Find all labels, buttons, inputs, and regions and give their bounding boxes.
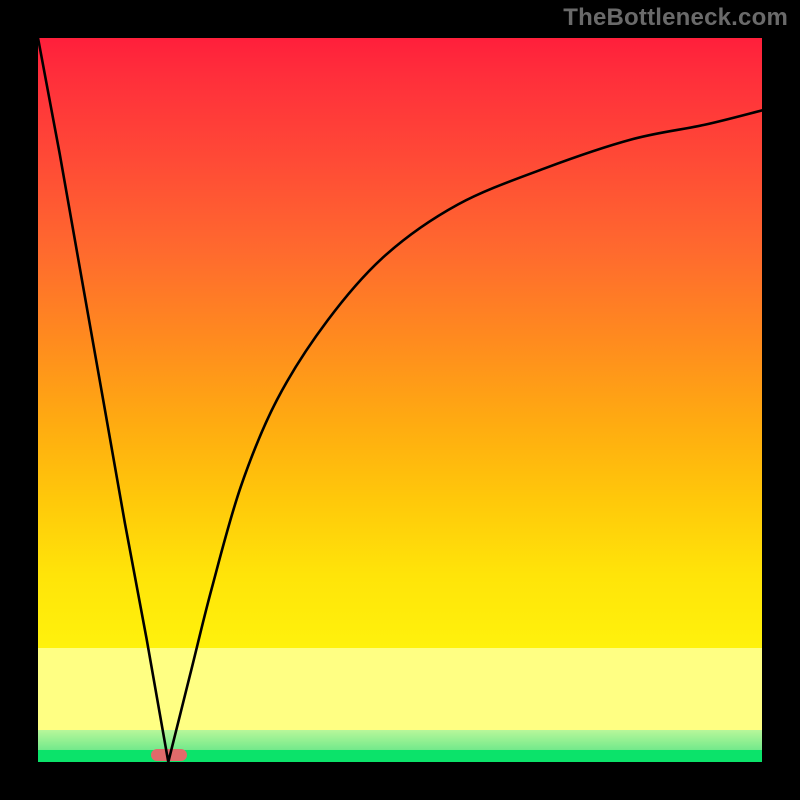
frame-border-left	[0, 0, 38, 800]
plot-area	[38, 38, 762, 762]
chart-stage: TheBottleneck.com	[0, 0, 800, 800]
watermark-text: TheBottleneck.com	[563, 4, 788, 32]
frame-border-bottom	[0, 762, 800, 800]
bottleneck-curve	[38, 38, 762, 762]
frame-border-right	[762, 0, 800, 800]
